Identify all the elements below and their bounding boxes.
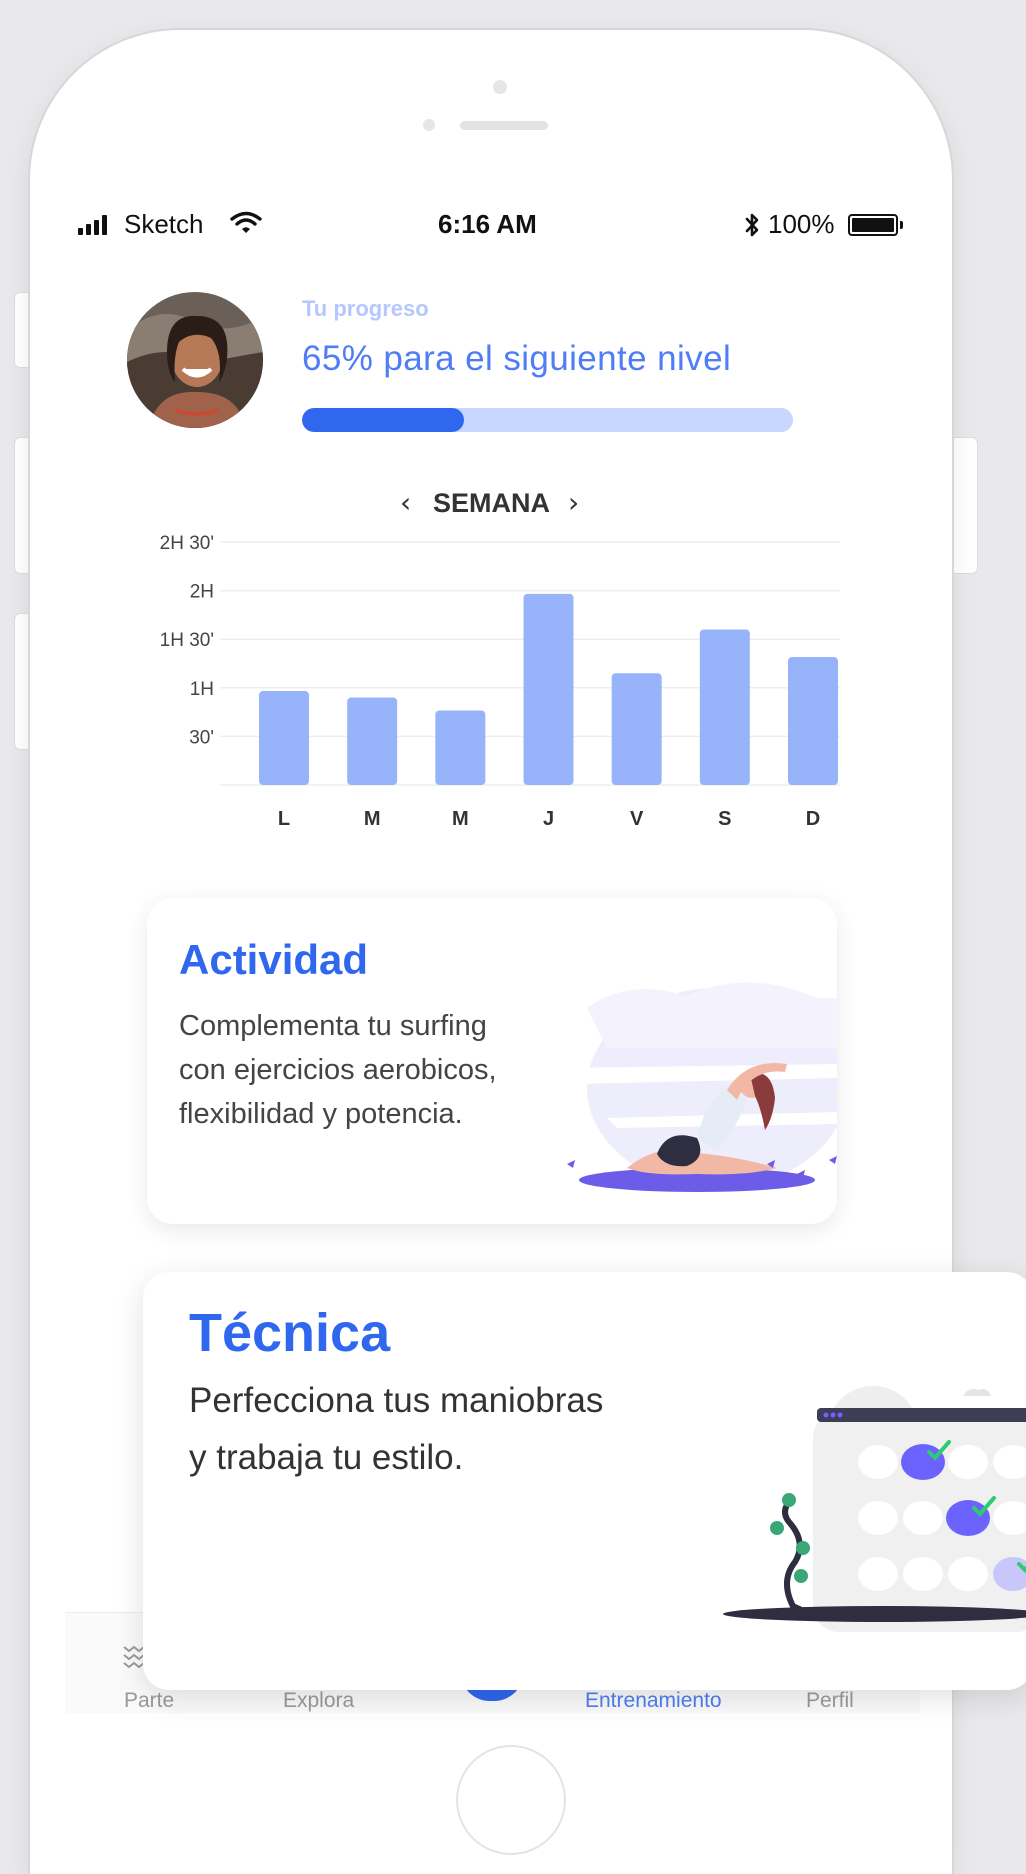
chart-x-tick-label: L <box>278 808 290 830</box>
chart-x-tick-label: V <box>630 808 644 830</box>
chart-y-tick-label: 30' <box>189 727 214 748</box>
status-bar: Sketch 6:16 AM 100% <box>78 205 908 245</box>
chart-y-tick-label: 2H 30' <box>160 533 214 554</box>
earpiece-speaker <box>460 121 548 130</box>
chart-y-tick-label: 2H <box>190 582 214 603</box>
bluetooth-icon <box>745 213 759 237</box>
technique-card-title: Técnica <box>189 1303 391 1363</box>
nav-item-parte[interactable]: Parte <box>124 1689 174 1713</box>
chart-bar <box>347 697 398 785</box>
carrier-label: Sketch <box>124 209 204 239</box>
chart-x-tick-label: J <box>543 808 554 830</box>
battery-tip <box>900 221 903 229</box>
proximity-sensor <box>423 119 435 131</box>
calendar-checklist-illustration <box>723 1386 1026 1632</box>
progress-title: 65% para el siguiente nivel <box>302 339 732 378</box>
chart-bar <box>699 629 750 785</box>
next-week-chevron-icon[interactable]: › <box>568 486 579 519</box>
avatar[interactable] <box>127 292 263 428</box>
chart-y-tick-label: 1H 30' <box>160 630 214 651</box>
chart-bar <box>788 657 838 785</box>
activity-card-description: Complementa tu surfing con ejercicios ae… <box>179 1010 497 1130</box>
nav-item-perfil[interactable]: Perfil <box>806 1689 854 1713</box>
activity-card-title: Actividad <box>179 936 369 983</box>
chart-bar <box>611 673 662 785</box>
signal-icon <box>78 215 118 235</box>
chart-x-tick-label: M <box>452 808 469 830</box>
nav-item-explora[interactable]: Explora <box>283 1689 354 1713</box>
chart-x-tick-label: M <box>364 808 381 830</box>
yoga-illustration <box>567 982 837 1192</box>
home-button[interactable] <box>456 1745 566 1855</box>
battery-icon <box>848 214 898 236</box>
chart-bar <box>259 691 309 785</box>
chart-bar <box>523 593 574 785</box>
wifi-icon <box>230 211 262 233</box>
technique-card[interactable]: Técnica Perfecciona tus maniobras y trab… <box>143 1272 1026 1690</box>
week-label: SEMANA <box>433 488 551 518</box>
nav-item-entrenamiento[interactable]: Entrenamiento <box>585 1689 722 1713</box>
weekly-activity-chart: 2H 30' 2H 1H 30' 1H 30' L M M J V S D <box>160 533 840 830</box>
level-progress-fill <box>302 408 465 432</box>
week-selector: ‹ SEMANA › <box>400 486 600 522</box>
front-camera <box>493 80 507 94</box>
chart-bar <box>435 710 486 785</box>
previous-week-chevron-icon[interactable]: ‹ <box>400 486 411 519</box>
battery-percent: 100% <box>768 209 835 239</box>
chart-x-tick-label: S <box>718 808 731 830</box>
chart-y-tick-label: 1H <box>190 679 214 700</box>
activity-card[interactable]: Actividad Complementa tu surfing con eje… <box>147 898 837 1224</box>
technique-card-description: Perfecciona tus maniobras y trabaja tu e… <box>189 1381 604 1477</box>
progress-label: Tu progreso <box>302 296 429 321</box>
level-progress-bar <box>302 408 793 432</box>
clock: 6:16 AM <box>438 209 537 239</box>
chart-x-tick-label: D <box>806 808 820 830</box>
